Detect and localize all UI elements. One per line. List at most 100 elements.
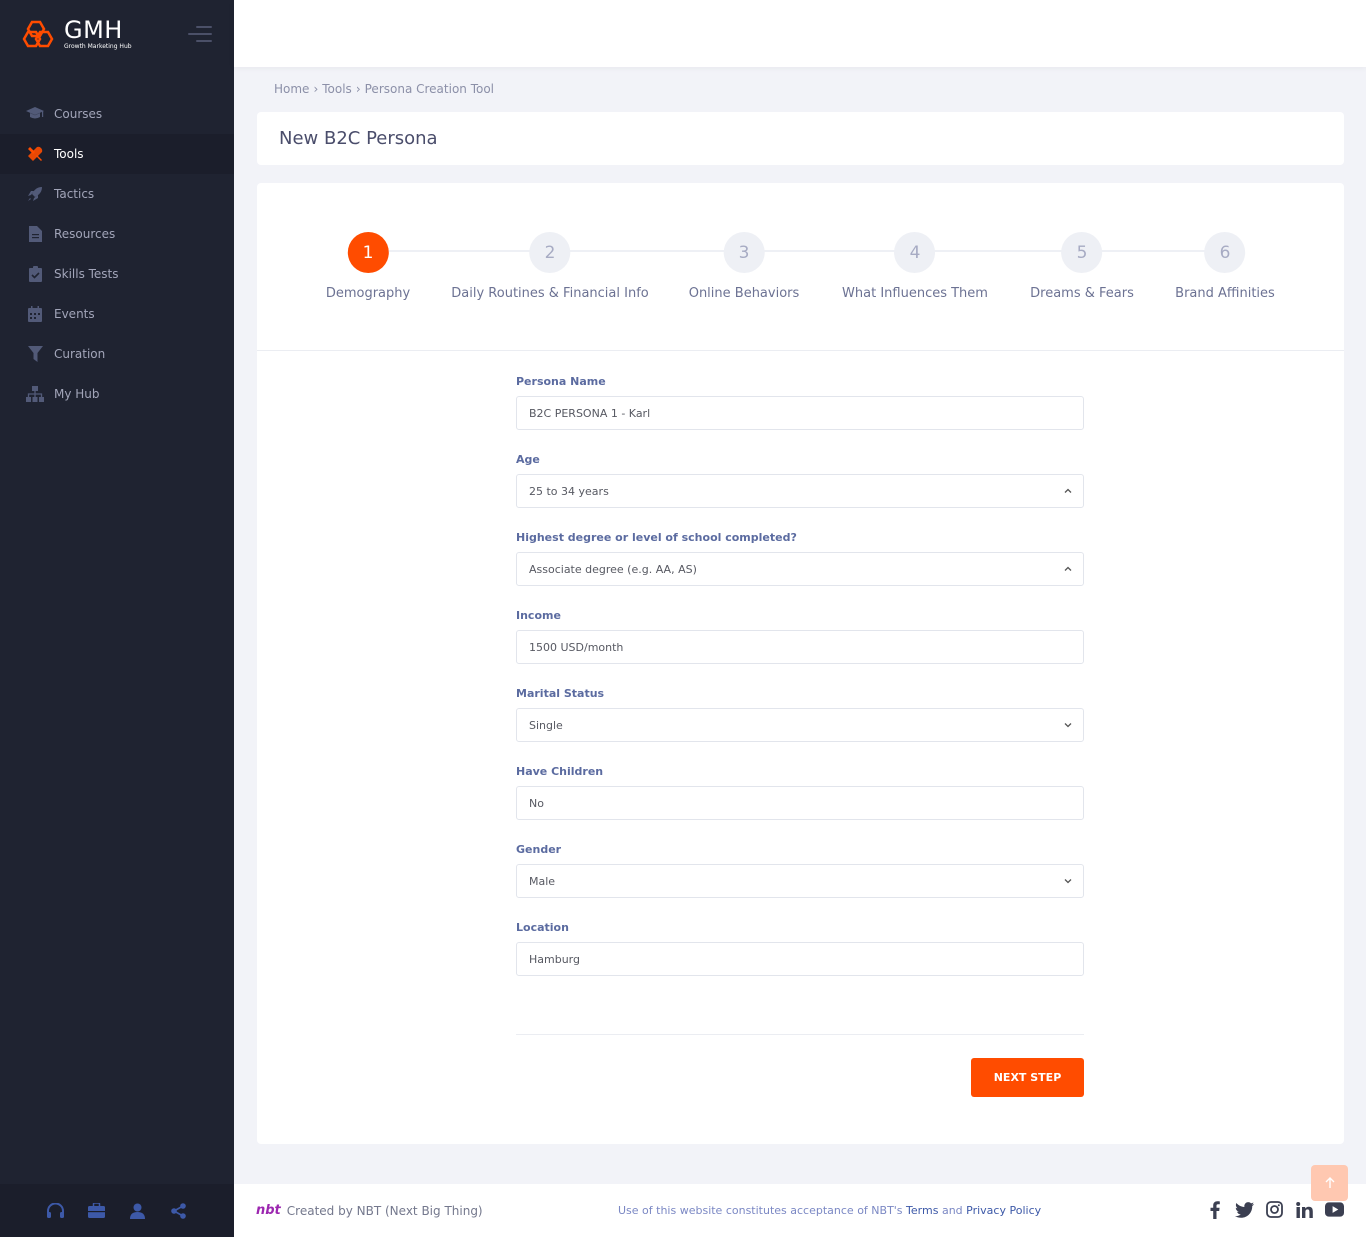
sidebar-item-events[interactable]: Events xyxy=(0,294,234,334)
calendar-icon xyxy=(26,306,44,322)
user-icon[interactable] xyxy=(129,1202,146,1219)
sidebar-item-label: Courses xyxy=(54,107,103,121)
field-children: Have Children No xyxy=(516,765,1084,820)
children-input[interactable]: No xyxy=(516,786,1084,820)
field-income: Income 1500 USD/month xyxy=(516,609,1084,664)
sidebar-item-label: Tools xyxy=(54,147,84,161)
briefcase-icon[interactable] xyxy=(88,1202,105,1219)
location-input[interactable]: Hamburg xyxy=(516,942,1084,976)
persona-name-label: Persona Name xyxy=(516,375,606,388)
instagram-icon[interactable] xyxy=(1265,1200,1284,1219)
persona-wizard: 1 Demography 2 Daily Routines & Financia… xyxy=(257,183,1344,1144)
wizard-steps: 1 Demography 2 Daily Routines & Financia… xyxy=(257,183,1344,351)
youtube-icon[interactable] xyxy=(1325,1200,1344,1219)
graduation-cap-icon xyxy=(26,106,44,122)
breadcrumb-home[interactable]: Home xyxy=(274,82,309,96)
twitter-icon[interactable] xyxy=(1235,1200,1254,1219)
sidebar-item-resources[interactable]: Resources xyxy=(0,214,234,254)
arrow-up-icon xyxy=(1325,1177,1334,1188)
document-icon xyxy=(26,226,44,242)
step-number: 5 xyxy=(1061,232,1103,273)
children-label: Have Children xyxy=(516,765,604,778)
sidebar-footer xyxy=(0,1184,234,1237)
step-label: Brand Affinities xyxy=(1175,286,1275,301)
tools-icon xyxy=(26,146,44,162)
linkedin-icon[interactable] xyxy=(1295,1200,1314,1219)
step-5[interactable]: 5 Dreams & Fears xyxy=(1030,232,1134,301)
company-name[interactable]: NBT (Next Big Thing) xyxy=(357,1204,483,1218)
step-label: Dreams & Fears xyxy=(1030,286,1134,301)
step-4[interactable]: 4 What Influences Them xyxy=(842,232,988,301)
step-number: 4 xyxy=(894,232,936,273)
sidebar-item-label: My Hub xyxy=(54,387,100,401)
brand[interactable]: GMH Growth Marketing Hub xyxy=(0,0,234,68)
menu-toggle-icon[interactable] xyxy=(188,26,212,44)
brand-name: GMH xyxy=(64,15,123,44)
step-number: 6 xyxy=(1204,232,1246,273)
chevron-down-icon xyxy=(1064,879,1072,884)
page-title-card: New B2C Persona xyxy=(257,112,1344,165)
hexagon-logo-icon xyxy=(22,20,54,48)
step-label: Daily Routines & Financial Info xyxy=(451,286,649,301)
step-number: 3 xyxy=(723,232,765,273)
footer-credit: nbt Created by NBT (Next Big Thing) xyxy=(256,1203,483,1218)
step-label: What Influences Them xyxy=(842,286,988,301)
age-label: Age xyxy=(516,453,540,466)
breadcrumb: Home › Tools › Persona Creation Tool xyxy=(274,82,494,96)
social-links xyxy=(1205,1200,1344,1219)
privacy-policy-link[interactable]: Privacy Policy xyxy=(966,1204,1041,1217)
chevron-right-icon: › xyxy=(313,82,319,96)
footer: nbt Created by NBT (Next Big Thing) Use … xyxy=(234,1184,1366,1237)
chevron-up-icon xyxy=(1064,566,1072,571)
field-gender: Gender Male xyxy=(516,843,1084,898)
field-marital-status: Marital Status Single xyxy=(516,687,1084,742)
share-icon[interactable] xyxy=(170,1202,187,1219)
sidebar-item-label: Resources xyxy=(54,227,116,241)
demography-form: Persona Name B2C PERSONA 1 - Karl Age 25… xyxy=(516,375,1084,999)
step-1[interactable]: 1 Demography xyxy=(326,232,410,301)
brand-tagline: Growth Marketing Hub xyxy=(64,42,132,50)
sitemap-icon xyxy=(26,386,44,402)
next-step-button[interactable]: NEXT STEP xyxy=(971,1058,1084,1097)
marital-status-select[interactable]: Single xyxy=(516,708,1084,742)
sidebar-item-label: Skills Tests xyxy=(54,267,119,281)
sidebar-item-label: Tactics xyxy=(54,187,95,201)
step-2[interactable]: 2 Daily Routines & Financial Info xyxy=(451,232,649,301)
nbt-logo[interactable]: nbt xyxy=(256,1203,281,1218)
scroll-to-top-button[interactable] xyxy=(1311,1165,1348,1201)
field-location: Location Hamburg xyxy=(516,921,1084,976)
sidebar-item-my-hub[interactable]: My Hub xyxy=(0,374,234,414)
breadcrumb-tools[interactable]: Tools xyxy=(322,82,352,96)
step-6[interactable]: 6 Brand Affinities xyxy=(1175,232,1275,301)
created-by-text: Created by xyxy=(286,1203,353,1218)
filter-icon xyxy=(26,346,44,362)
age-select[interactable]: 25 to 34 years xyxy=(516,474,1084,508)
chevron-down-icon xyxy=(1064,723,1072,728)
location-label: Location xyxy=(516,921,569,934)
sidebar-item-skills-tests[interactable]: Skills Tests xyxy=(0,254,234,294)
education-select[interactable]: Associate degree (e.g. AA, AS) xyxy=(516,552,1084,586)
facebook-icon[interactable] xyxy=(1205,1200,1224,1219)
chevron-right-icon: › xyxy=(355,82,361,96)
step-number: 1 xyxy=(347,232,389,273)
sidebar: GMH Growth Marketing Hub Courses Tools T… xyxy=(0,0,234,1237)
sidebar-item-label: Events xyxy=(54,307,95,321)
income-label: Income xyxy=(516,609,561,622)
sidebar-item-curation[interactable]: Curation xyxy=(0,334,234,374)
step-label: Online Behaviors xyxy=(688,286,800,301)
sidebar-item-courses[interactable]: Courses xyxy=(0,94,234,134)
gender-select[interactable]: Male xyxy=(516,864,1084,898)
step-label: Demography xyxy=(325,286,411,301)
sidebar-item-tactics[interactable]: Tactics xyxy=(0,174,234,214)
sidebar-item-tools[interactable]: Tools xyxy=(0,134,234,174)
gender-label: Gender xyxy=(516,843,562,856)
step-number: 2 xyxy=(529,232,571,273)
income-input[interactable]: 1500 USD/month xyxy=(516,630,1084,664)
chevron-up-icon xyxy=(1064,488,1072,493)
terms-link[interactable]: Terms xyxy=(906,1204,938,1217)
persona-name-input[interactable]: B2C PERSONA 1 - Karl xyxy=(516,396,1084,430)
field-education: Highest degree or level of school comple… xyxy=(516,531,1084,586)
marital-status-label: Marital Status xyxy=(516,687,605,700)
headset-icon[interactable] xyxy=(47,1202,64,1219)
step-3[interactable]: 3 Online Behaviors xyxy=(688,232,800,301)
